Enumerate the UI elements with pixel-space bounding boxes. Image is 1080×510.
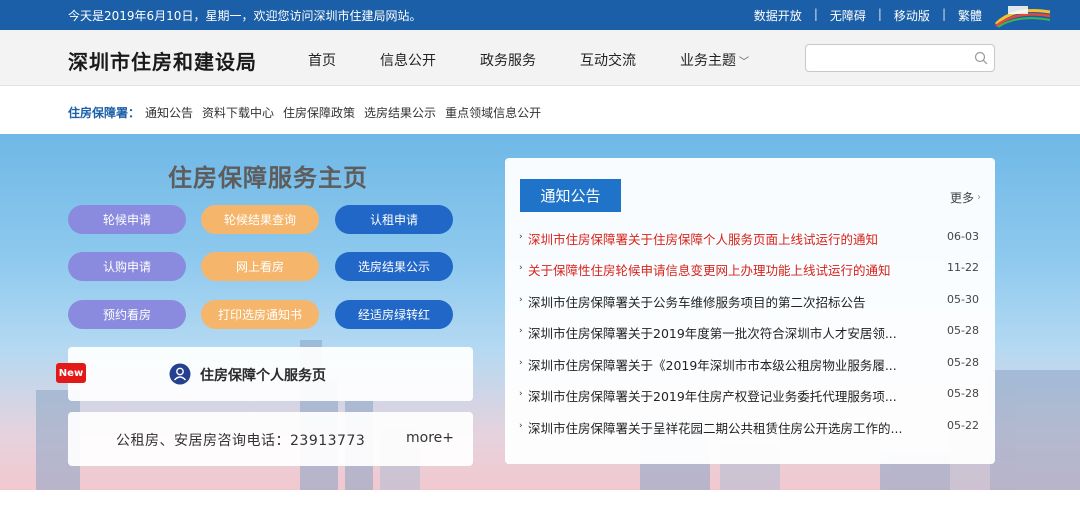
notice-date: 11-22 [947, 261, 979, 274]
site-title[interactable]: 深圳市住房和建设局 [68, 46, 257, 75]
nav-label: 首页 [308, 53, 336, 69]
bullet-icon: › [519, 326, 523, 336]
top-link-traditional[interactable]: 繁體 [946, 7, 994, 24]
notice-title[interactable]: 深圳市住房保障署关于《2019年深圳市市本级公租房物业服务履... [528, 355, 928, 374]
chevron-right-icon: › [977, 192, 981, 203]
more-label: 更多 [949, 191, 974, 205]
nav-label: 互动交流 [580, 53, 636, 69]
notice-date: 06-03 [947, 230, 979, 243]
notice-item[interactable]: › 深圳市住房保障署关于2019年住房产权登记业务委托代理服务项... 05-2… [519, 386, 981, 406]
subnav-link-key-areas[interactable]: 重点领域信息公开 [445, 104, 541, 121]
notice-item[interactable]: › 深圳市住房保障署关于公务车维修服务项目的第二次招标公告 05-30 [519, 292, 981, 312]
notice-item[interactable]: › 关于保障性住房轮候申请信息变更网上办理功能上线试运行的通知 11-22 [519, 260, 981, 280]
new-badge: New [56, 363, 86, 383]
phone-text: 公租房、安居房咨询电话：23913773 [116, 433, 366, 449]
nav-item-info-disclosure[interactable]: 信息公开 [380, 50, 436, 70]
nav-item-business-topics[interactable]: 业务主题 ﹀ [680, 50, 749, 70]
selection-results-button[interactable]: 选房结果公示 [335, 252, 453, 281]
purchase-apply-button[interactable]: 认购申请 [68, 252, 186, 281]
top-bar: 今天是2019年6月10日，星期一，欢迎您访问深圳市住建局网站。 数据开放 | … [0, 0, 1080, 30]
notice-date: 05-28 [947, 356, 979, 369]
notice-title[interactable]: 深圳市住房保障署关于住房保障个人服务页面上线试运行的通知 [528, 229, 928, 248]
search-icon[interactable] [974, 51, 988, 65]
notice-title[interactable]: 深圳市住房保障署关于2019年住房产权登记业务委托代理服务项... [528, 386, 928, 405]
notice-item[interactable]: › 深圳市住房保障署关于《2019年深圳市市本级公租房物业服务履... 05-2… [519, 355, 981, 375]
nav-item-interaction[interactable]: 互动交流 [580, 50, 636, 70]
affordable-housing-convert-button[interactable]: 经适房绿转红 [335, 300, 453, 329]
notice-panel: 通知公告 更多 › › 深圳市住房保障署关于住房保障个人服务页面上线试运行的通知 … [505, 158, 995, 464]
notice-date: 05-28 [947, 324, 979, 337]
separator: | [877, 7, 882, 21]
nav-label: 业务主题 [680, 53, 736, 69]
subnav-link-downloads[interactable]: 资料下载中心 [202, 104, 274, 121]
nav-item-gov-service[interactable]: 政务服务 [480, 50, 536, 70]
bullet-icon: › [519, 295, 523, 305]
notice-title[interactable]: 深圳市住房保障署关于公务车维修服务项目的第二次招标公告 [528, 292, 928, 311]
notice-date: 05-30 [947, 293, 979, 306]
greeting-text: 今天是2019年6月10日，星期一，欢迎您访问深圳市住建局网站。 [68, 9, 422, 23]
bullet-icon: › [519, 232, 523, 242]
top-link-accessibility[interactable]: 无障碍 [818, 7, 878, 24]
main-nav: 首页 信息公开 政务服务 互动交流 业务主题 ﹀ [308, 50, 793, 70]
separator: | [813, 7, 818, 21]
online-viewing-button[interactable]: 网上看房 [201, 252, 319, 281]
sub-nav: 住房保障署： 通知公告 资料下载中心 住房保障政策 选房结果公示 重点领域信息公… [0, 86, 1080, 134]
nav-label: 政务服务 [480, 53, 536, 69]
queue-result-query-button[interactable]: 轮候结果查询 [201, 205, 319, 234]
bullet-icon: › [519, 389, 523, 399]
user-icon [169, 363, 191, 385]
print-notice-button[interactable]: 打印选房通知书 [201, 300, 319, 329]
search-input[interactable] [812, 45, 972, 71]
site-header: 深圳市住房和建设局 首页 信息公开 政务服务 互动交流 业务主题 ﹀ [0, 30, 1080, 86]
notice-title[interactable]: 深圳市住房保障署关于2019年度第一批次符合深圳市人才安居领... [528, 323, 928, 342]
bullet-icon: › [519, 263, 523, 273]
subnav-link-results[interactable]: 选房结果公示 [364, 104, 436, 121]
hero-title: 住房保障服务主页 [168, 164, 368, 192]
notice-title[interactable]: 关于保障性住房轮候申请信息变更网上办理功能上线试运行的通知 [528, 260, 928, 279]
book-viewing-button[interactable]: 预约看房 [68, 300, 186, 329]
queue-apply-button[interactable]: 轮候申请 [68, 205, 186, 234]
bottom-strip [0, 490, 1080, 510]
notice-date: 05-22 [947, 419, 979, 432]
hero-banner: 住房保障服务主页 轮候申请 轮候结果查询 认租申请 认购申请 网上看房 选房结果… [0, 134, 1080, 490]
top-links: 数据开放 | 无障碍 | 移动版 | 繁體 [742, 7, 994, 24]
personal-service-link[interactable]: 住房保障个人服务页 [200, 365, 326, 385]
subnav-link-policy[interactable]: 住房保障政策 [283, 104, 355, 121]
nav-label: 信息公开 [380, 53, 436, 69]
bullet-icon: › [519, 358, 523, 368]
top-link-mobile[interactable]: 移动版 [882, 7, 942, 24]
nav-item-home[interactable]: 首页 [308, 50, 336, 70]
subnav-links: 通知公告 资料下载中心 住房保障政策 选房结果公示 重点领域信息公开 [145, 104, 550, 121]
notice-item[interactable]: › 深圳市住房保障署关于2019年度第一批次符合深圳市人才安居领... 05-2… [519, 323, 981, 343]
subnav-lead: 住房保障署： [68, 106, 141, 120]
notice-item[interactable]: › 深圳市住房保障署关于住房保障个人服务页面上线试运行的通知 06-03 [519, 229, 981, 249]
notice-more-link[interactable]: 更多 › [950, 189, 981, 206]
rent-apply-button[interactable]: 认租申请 [335, 205, 453, 234]
mini-logo-icon [994, 6, 1051, 28]
separator: | [941, 7, 946, 21]
notice-date: 05-28 [947, 387, 979, 400]
phone-more-link[interactable]: more+ [406, 430, 454, 446]
subnav-link-notices[interactable]: 通知公告 [145, 104, 193, 121]
top-link-open-data[interactable]: 数据开放 [742, 7, 814, 24]
search-box [805, 44, 995, 72]
tab-notices[interactable]: 通知公告 [520, 179, 621, 212]
bullet-icon: › [519, 421, 523, 431]
notice-title[interactable]: 深圳市住房保障署关于呈祥花园二期公共租赁住房公开选房工作的... [528, 418, 928, 437]
chevron-down-icon: ﹀ [739, 56, 749, 68]
notice-item[interactable]: › 深圳市住房保障署关于呈祥花园二期公共租赁住房公开选房工作的... 05-22 [519, 418, 981, 438]
